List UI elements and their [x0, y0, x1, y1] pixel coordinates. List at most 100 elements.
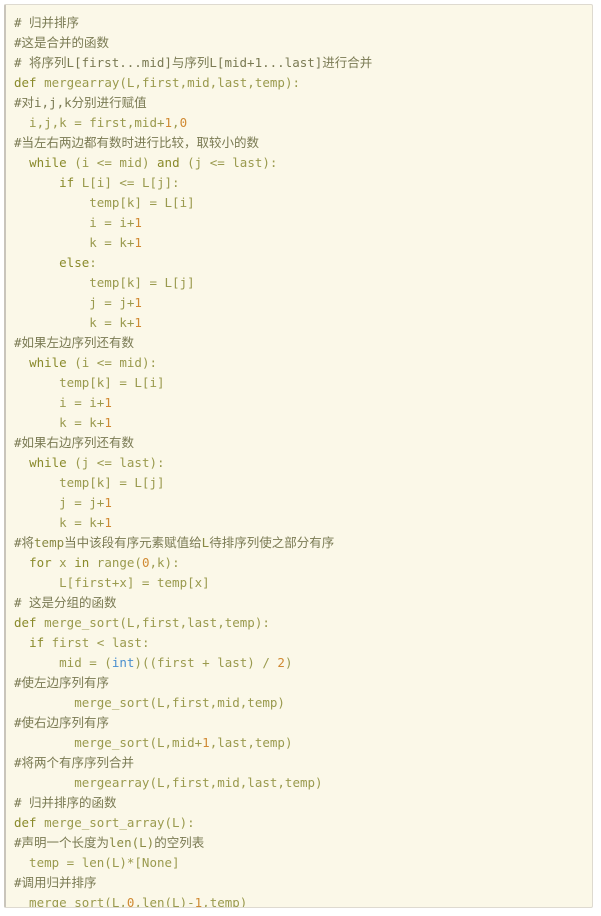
code-token: ,: [172, 115, 180, 130]
code-token: mergearray(L,first,mid,last,temp): [14, 775, 323, 790]
code-line: #将temp当中该段有序元素赋值给L待排序列使之部分有序: [6, 533, 592, 553]
code-line: temp[k] = L[i]: [6, 373, 592, 393]
code-token: #如果左边序列还有数: [14, 335, 135, 350]
code-token: #这是合并的函数: [14, 35, 110, 50]
code-token: #声明一个长度为: [14, 835, 110, 850]
code-token: 0: [179, 115, 188, 130]
code-token: def: [14, 815, 45, 830]
code-block: # 归并排序 #这是合并的函数 # 将序列L[first...mid]与序列L[mi…: [4, 4, 593, 908]
code-token: )((first + last) /: [134, 655, 278, 670]
code-line: #当左右两边都有数时进行比较，取较小的数: [6, 133, 592, 153]
code-token: int: [111, 655, 135, 670]
code-token: i = i+: [14, 215, 135, 230]
code-token: 2: [277, 655, 285, 670]
code-line: def merge_sort(L,first,last,temp):: [6, 613, 592, 633]
code-line: temp = len(L)*[None]: [6, 853, 592, 873]
code-token: mid = (: [14, 655, 112, 670]
code-token: L[i] <= L[j]:: [74, 175, 180, 190]
code-token: in: [74, 555, 90, 570]
code-line: #这是合并的函数: [6, 33, 592, 53]
code-line: i = i+1: [6, 213, 592, 233]
code-line: #使左边序列有序: [6, 673, 592, 693]
code-token: k = k+: [14, 315, 135, 330]
code-token: while: [29, 455, 67, 470]
code-line: if first < last:: [6, 633, 592, 653]
code-token: #当左右两边都有数时进行比较，取较小的数: [14, 135, 260, 150]
code-token: 1: [202, 735, 210, 750]
code-token: def: [14, 615, 45, 630]
code-line: while (i <= mid) and (j <= last):: [6, 153, 592, 173]
code-token: #如果右边序列还有数: [14, 435, 135, 450]
code-line: j = j+1: [6, 493, 592, 513]
code-token: #对i,j,k分别进行赋值: [14, 95, 147, 110]
code-line: L[first+x] = temp[x]: [6, 573, 592, 593]
code-line: #调用归并排序: [6, 873, 592, 893]
code-token: # 归并排序的函数: [14, 795, 117, 810]
code-token: merge_sort(L,mid+: [14, 735, 203, 750]
code-token: temp[k] = L[i]: [14, 375, 165, 390]
code-line: # 归并排序的函数: [6, 793, 592, 813]
code-line: j = j+1: [6, 293, 592, 313]
code-token: #将: [14, 535, 35, 550]
code-token: ,k):: [149, 555, 180, 570]
code-token: first < last:: [44, 635, 150, 650]
code-token: 1: [134, 215, 142, 230]
code-token: j = j+: [14, 295, 135, 310]
code-token: for: [29, 555, 52, 570]
code-line: k = k+1: [6, 413, 592, 433]
code-token: temp[k] = L[i]: [14, 195, 195, 210]
code-lines-container: # 归并排序 #这是合并的函数 # 将序列L[first...mid]与序列L[mi…: [6, 13, 592, 908]
code-token: :: [89, 255, 97, 270]
code-token: temp[k] = L[j]: [14, 475, 165, 490]
code-token: mergearray: [44, 75, 120, 90]
code-line: # 这是分组的函数: [6, 593, 592, 613]
code-line: merge_sort(L,mid+1,last,temp): [6, 733, 592, 753]
code-token: ,last,temp): [209, 735, 293, 750]
code-token: (i <= mid):: [66, 355, 158, 370]
code-line: for x in range(0,k):: [6, 553, 592, 573]
code-token: 1: [104, 515, 112, 530]
code-line: if L[i] <= L[j]:: [6, 173, 592, 193]
code-token: def: [14, 75, 45, 90]
code-token: merge_sort_array: [44, 815, 165, 830]
code-token: if: [29, 635, 45, 650]
code-line: #如果右边序列还有数: [6, 433, 592, 453]
code-line: merge_sort(L,first,mid,temp): [6, 693, 592, 713]
code-token: x: [51, 555, 75, 570]
code-line: # 将序列L[first...mid]与序列L[mid+1...last]进行合…: [6, 53, 592, 73]
code-token: (L):: [164, 815, 195, 830]
code-token: while: [29, 355, 67, 370]
code-token: k = k+: [14, 235, 135, 250]
code-token: #使右边序列有序: [14, 715, 110, 730]
code-line: k = k+1: [6, 513, 592, 533]
code-token: ): [284, 655, 293, 670]
code-token: range(: [89, 555, 142, 570]
code-token: and: [157, 155, 180, 170]
code-line: while (j <= last):: [6, 453, 592, 473]
code-token: (j <= last):: [66, 455, 165, 470]
code-token: 1: [134, 295, 142, 310]
code-token: 1: [134, 315, 142, 330]
code-line: temp[k] = L[i]: [6, 193, 592, 213]
code-token: 0: [141, 555, 150, 570]
code-line: mid = (int)((first + last) / 2): [6, 653, 592, 673]
code-token: i = i+: [14, 395, 105, 410]
code-token: (L,first,last,temp):: [119, 615, 270, 630]
code-token: #使左边序列有序: [14, 675, 110, 690]
code-token: (L,first,mid,last,temp):: [119, 75, 300, 90]
code-token: 当中该段有序元素赋值给: [64, 535, 202, 550]
code-token: temp: [34, 535, 65, 550]
code-line: #将两个有序序列合并: [6, 753, 592, 773]
code-token: while: [29, 155, 67, 170]
code-token: (i <= mid): [66, 155, 158, 170]
code-token: merge_sort(L,: [14, 895, 127, 908]
code-token: 1: [134, 235, 142, 250]
code-token: merge_sort(L,first,mid,temp): [14, 695, 285, 710]
code-line: #声明一个长度为len(L)的空列表: [6, 833, 592, 853]
code-token: # 这是分组的函数: [14, 595, 117, 610]
